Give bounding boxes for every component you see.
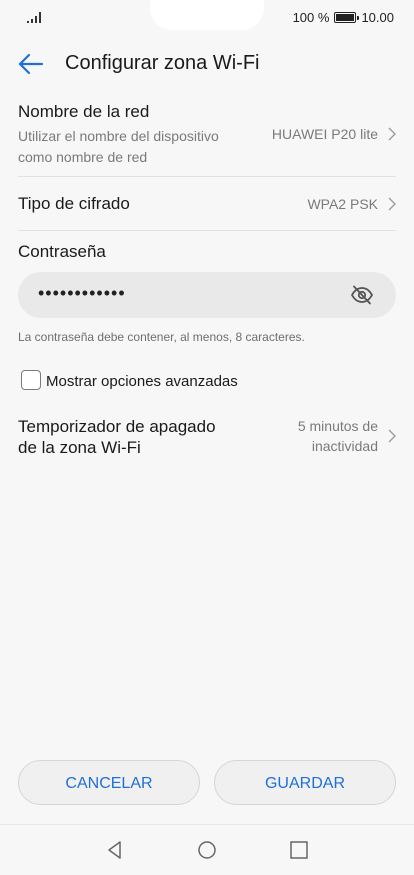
battery-icon [334, 12, 360, 23]
network-name-title: Nombre de la red [18, 102, 150, 121]
password-value: •••••••••••• [38, 283, 126, 303]
clock: 10.00 [361, 10, 394, 25]
camera-notch [150, 0, 264, 30]
nav-home-icon[interactable] [197, 840, 217, 860]
chevron-right-icon [388, 429, 396, 443]
password-label: Contraseña [18, 242, 106, 261]
advanced-options-label[interactable]: Mostrar opciones avanzadas [46, 373, 238, 390]
page-title: Configurar zona Wi-Fi [65, 52, 260, 74]
status-bar: 100 % 10.00 [0, 0, 414, 36]
timer-value-2: inactividad [311, 438, 378, 454]
timer-row[interactable]: Temporizador de apagado de la zona Wi-Fi… [18, 416, 396, 462]
signal-icon [27, 12, 41, 23]
app-bar: Configurar zona Wi-Fi [0, 36, 414, 92]
chevron-right-icon [388, 127, 396, 141]
encryption-row[interactable]: Tipo de cifrado WPA2 PSK [18, 194, 396, 220]
network-name-value: HUAWEI P20 lite [271, 126, 378, 142]
save-button[interactable]: GUARDAR [214, 760, 396, 805]
status-right: 100 % 10.00 [293, 10, 394, 25]
battery-percentage: 100 % [292, 10, 330, 25]
network-name-row[interactable]: Nombre de la red Utilizar el nombre del … [18, 102, 396, 170]
eye-off-icon[interactable] [350, 285, 374, 305]
encryption-value: WPA2 PSK [307, 196, 378, 212]
password-hint: La contraseña debe contener, al menos, 8… [18, 330, 305, 344]
navigation-bar [0, 824, 414, 875]
advanced-options-checkbox[interactable] [21, 370, 41, 390]
nav-recents-icon[interactable] [289, 840, 309, 860]
chevron-right-icon [388, 197, 396, 211]
cancel-button[interactable]: CANCELAR [18, 760, 200, 805]
divider [18, 230, 396, 231]
back-arrow-icon[interactable] [14, 50, 48, 78]
timer-value-1: 5 minutos de [297, 418, 378, 434]
nav-back-icon[interactable] [105, 840, 125, 860]
password-input[interactable]: •••••••••••• [18, 272, 396, 318]
timer-value: 5 minutos de inactividad [298, 416, 378, 456]
network-name-subtitle-2: como nombre de red [18, 149, 148, 165]
divider [18, 176, 396, 177]
